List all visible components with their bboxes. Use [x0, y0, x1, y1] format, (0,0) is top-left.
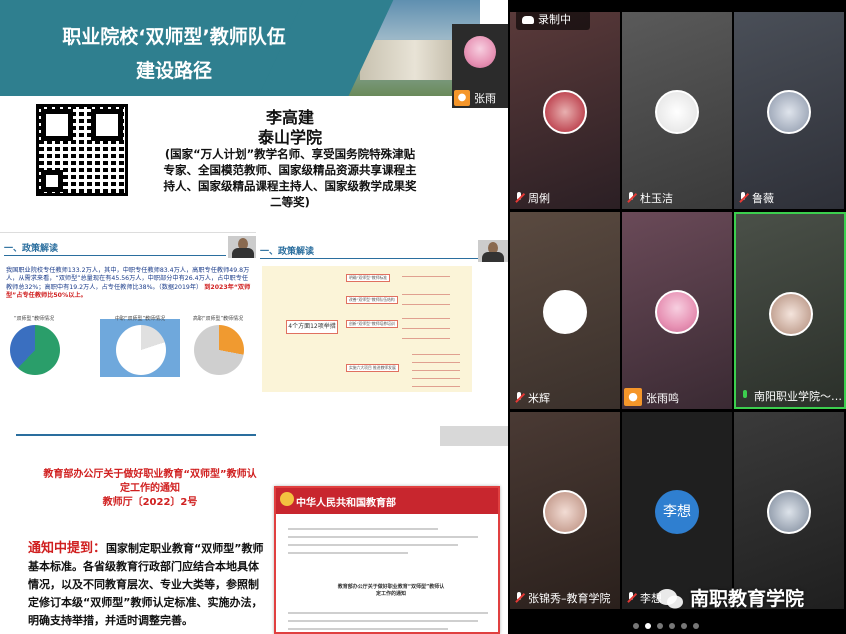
- pie-chart: 中职“双师型”教师情况: [100, 316, 180, 377]
- mic-muted-icon: [626, 592, 636, 604]
- slide-header: 职业院校‘双师型’教师队伍 建设路径: [0, 0, 480, 96]
- presenter-video-thumb: [478, 240, 508, 262]
- mindmap-node: 改善“双师型”教师队伍结构: [346, 296, 398, 304]
- pie-chart: “双师型”教师情况: [2, 316, 66, 377]
- policy-paragraph: 我国职业院校专任教师133.2万人，其中，中职专任教师83.4万人，高职专任教师…: [6, 267, 251, 300]
- watermark: 南职教育学院: [690, 588, 805, 610]
- speaker-description: (国家“万人计划”教学名师、享受国务院特殊津贴专家、全国模范教师、国家级精品资源…: [163, 147, 417, 209]
- slide-title: 职业院校‘双师型’教师队伍 建设路径 李高建 泰山学院 (国家“万人计划”教学名…: [0, 0, 480, 209]
- avatar: [655, 90, 699, 134]
- recording-indicator: 录制中: [516, 10, 590, 30]
- user-icon: ●: [454, 90, 470, 106]
- mic-muted-icon: [626, 192, 636, 204]
- page-dot[interactable]: [633, 623, 639, 629]
- page-dot[interactable]: [669, 623, 675, 629]
- notice-title: 教育部办公厅关于做好职业教育“双师型”教师认定工作的通知 教师厅〔2022〕2号: [43, 469, 257, 508]
- avatar: [767, 490, 811, 534]
- avatar: [655, 290, 699, 334]
- participant-tile-active[interactable]: 南阳职业学院～…: [734, 212, 846, 409]
- slide-notice: 教育部办公厅关于做好职业教育“双师型”教师认定工作的通知 教师厅〔2022〕2号…: [0, 404, 508, 634]
- mind-map: 4个方面12项举措 明确“双师型”教师标准 改善“双师型”教师队伍结构 创新“双…: [262, 266, 472, 392]
- avatar: [543, 90, 587, 134]
- mindmap-node: 明确“双师型”教师标准: [346, 274, 391, 282]
- mindmap-node: 创新“双师型”教师培养培训: [346, 320, 398, 328]
- slide-title-text: 职业院校‘双师型’教师队伍 建设路径: [62, 26, 286, 82]
- presenter-thumbnail[interactable]: ● 张雨: [452, 24, 508, 108]
- participant-tile[interactable]: 杜玉洁: [622, 12, 732, 209]
- page-indicator[interactable]: [633, 614, 723, 629]
- presenter-video-thumb: [228, 236, 258, 258]
- participant-tile[interactable]: ● 张雨鸣: [622, 212, 732, 409]
- participant-tile[interactable]: 张锦秀–教育学院: [510, 412, 620, 609]
- page-dot[interactable]: [681, 623, 687, 629]
- shared-screen: 职业院校‘双师型’教师队伍 建设路径 李高建 泰山学院 (国家“万人计划”教学名…: [0, 0, 508, 634]
- participant-tile[interactable]: 周俐: [510, 12, 620, 209]
- avatar: [464, 36, 496, 68]
- wechat-icon: [657, 589, 683, 609]
- ministry-document: 中华人民共和国教育部 教育部办公厅关于做好职业教育“双师型”教师认定工作的通知: [274, 486, 500, 634]
- mindmap-node: 实施六大项目 推进教师发展: [346, 364, 399, 372]
- avatar: 李想: [655, 490, 699, 534]
- notice-body: 通知中提到：国家制定职业教育“双师型”教师基本标准。各省级教育行政部门应结合本地…: [28, 541, 264, 627]
- emblem-icon: [280, 492, 294, 506]
- mindmap-root: 4个方面12项举措: [286, 320, 338, 334]
- page-dot[interactable]: [693, 623, 699, 629]
- avatar: [543, 490, 587, 534]
- avatar: [769, 292, 813, 336]
- avatar: [767, 90, 811, 134]
- page-dot[interactable]: [657, 623, 663, 629]
- mic-muted-icon: [514, 592, 524, 604]
- participant-tile[interactable]: 米辉: [510, 212, 620, 409]
- mic-muted-icon: [514, 192, 524, 204]
- avatar: [543, 290, 587, 334]
- mic-muted-icon: [738, 192, 748, 204]
- participant-tile[interactable]: [734, 412, 844, 609]
- slide-policy-data: 一、政策解读 我国职业院校专任教师133.2万人，其中，中职专任教师83.4万人…: [0, 232, 256, 382]
- mic-on-icon: [740, 390, 750, 402]
- slide-mindmap: 一、政策解读 4个方面12项举措 明确“双师型”教师标准 改善“双师型”教师队伍…: [256, 236, 508, 396]
- page-dot-active[interactable]: [645, 623, 651, 629]
- speaker-info: 李高建 泰山学院: [257, 108, 322, 147]
- participant-tile[interactable]: 李想 李想: [622, 412, 732, 609]
- user-icon: ●: [624, 388, 642, 406]
- mic-muted-icon: [514, 392, 524, 404]
- pie-chart: 高职“双师型”教师情况: [186, 316, 250, 377]
- participant-tile[interactable]: 鲁薇: [734, 12, 844, 209]
- presenter-video-thumb: [440, 426, 508, 446]
